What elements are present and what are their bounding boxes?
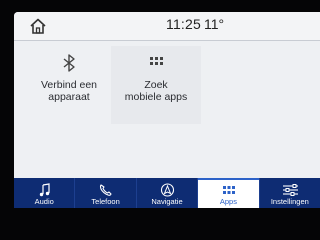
apps-grid-icon [150, 57, 163, 65]
music-note-icon [39, 183, 50, 197]
nav-audio-label: Audio [34, 197, 54, 206]
status-divider [14, 40, 320, 41]
bottom-nav-bar: Audio Telefoon Navigatie Apps Instelling… [14, 178, 320, 208]
clock: 11:25 [166, 16, 201, 32]
nav-telefoon-label: Telefoon [91, 197, 120, 206]
apps-grid-icon [223, 186, 236, 194]
connect-device-label-line2: apparaat [48, 91, 90, 103]
infotainment-screen: 11:25 11° Verbind een apparaat Zoek mobi… [14, 12, 320, 208]
connect-device-label-line1: Verbind een [40, 79, 98, 91]
nav-apps[interactable]: Apps [198, 178, 260, 208]
navigation-icon [160, 183, 174, 197]
status-bar: 11:25 11° [14, 12, 320, 40]
find-mobile-apps-tile[interactable]: Zoek mobiele apps [111, 46, 201, 124]
nav-apps-label: Apps [219, 197, 237, 206]
nav-instellingen-label: Instellingen [270, 197, 309, 206]
nav-navigatie-label: Navigatie [151, 197, 183, 206]
phone-icon [100, 184, 112, 196]
settings-sliders-icon [282, 184, 298, 196]
nav-instellingen[interactable]: Instellingen [260, 178, 320, 208]
find-apps-label-line1: Zoek [144, 79, 168, 91]
nav-telefoon[interactable]: Telefoon [75, 178, 137, 208]
nav-audio[interactable]: Audio [14, 178, 76, 208]
home-button[interactable] [28, 17, 48, 35]
bluetooth-icon [63, 54, 75, 72]
outside-temperature: 11° [204, 16, 225, 32]
nav-navigatie[interactable]: Navigatie [137, 178, 199, 208]
find-apps-label-line2: mobiele apps [124, 91, 188, 103]
connect-device-tile[interactable]: Verbind een apparaat [24, 46, 114, 124]
home-icon [30, 18, 46, 34]
